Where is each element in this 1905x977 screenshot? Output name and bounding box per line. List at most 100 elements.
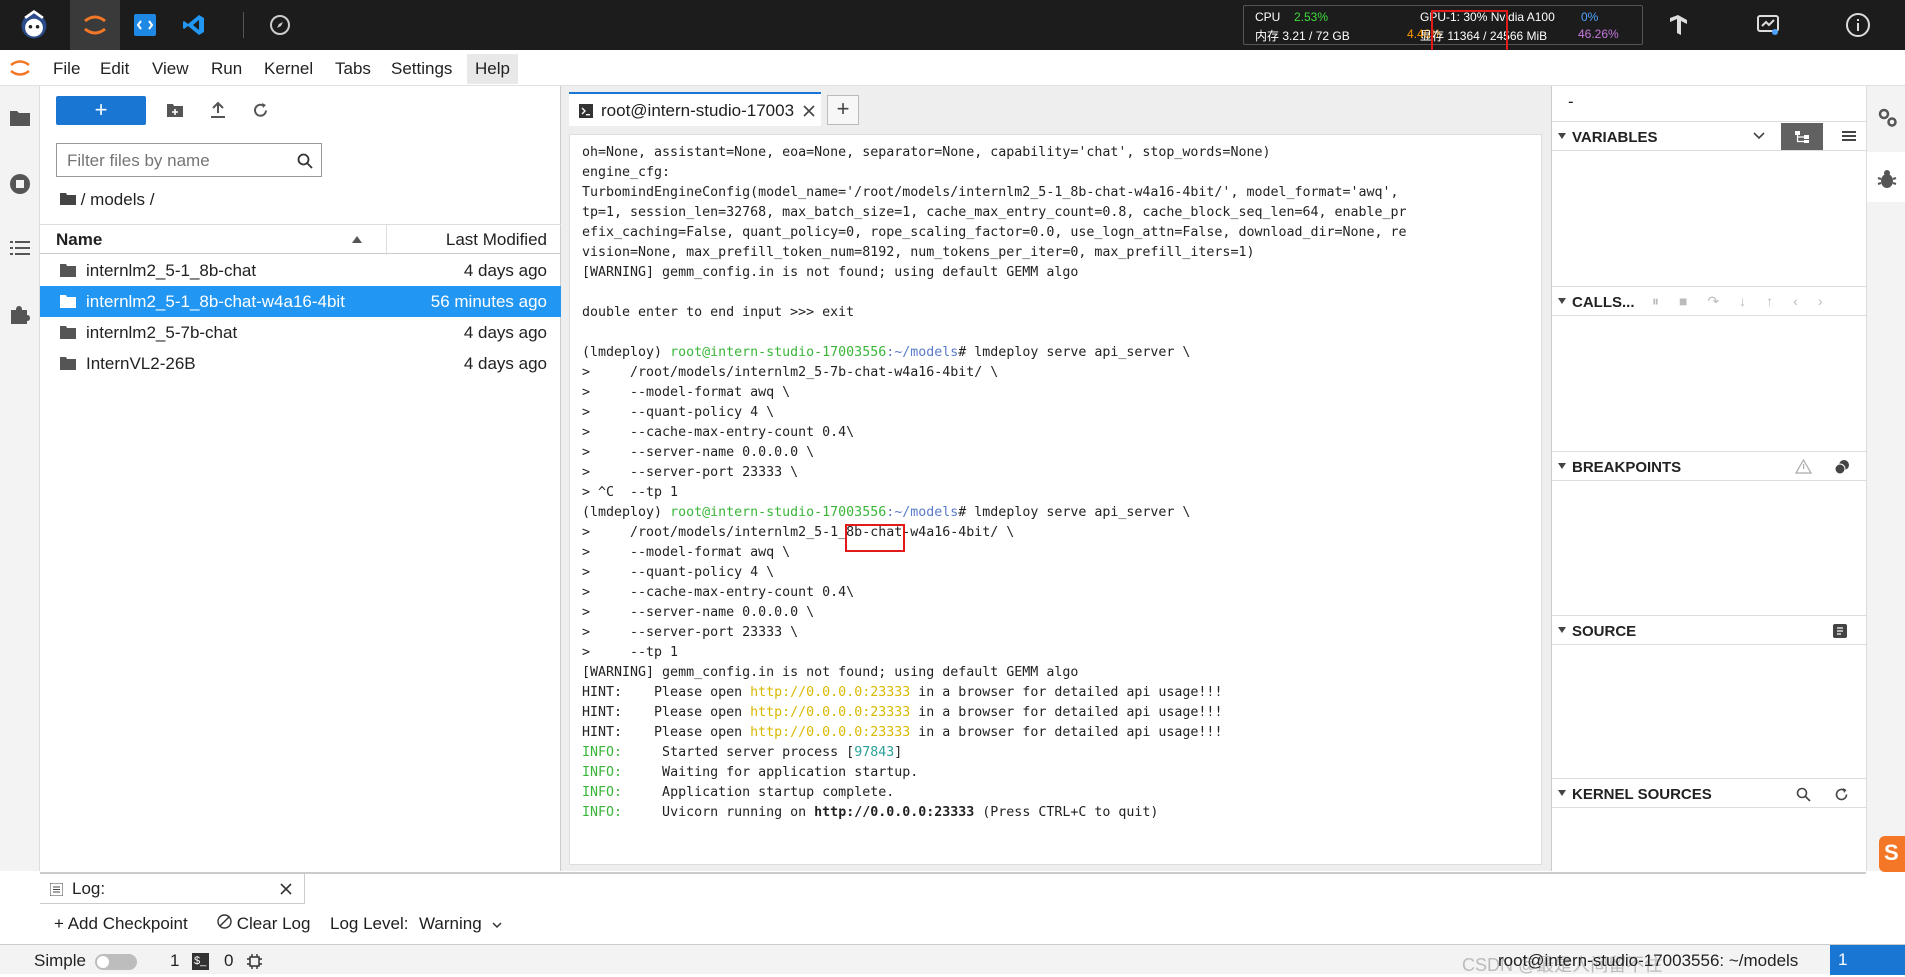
terminal-line: TurbomindEngineConfig(model_name='/root/… [582, 185, 1399, 200]
new-launcher-button[interactable]: + [56, 96, 146, 125]
menu-settings[interactable]: Settings [391, 59, 452, 79]
file-row[interactable]: internlm2_5-1_8b-chat 4 days ago [40, 255, 561, 286]
menu-view[interactable]: View [152, 59, 189, 79]
new-folder-icon[interactable] [164, 99, 186, 121]
jupyter-icon[interactable] [79, 9, 111, 41]
variables-section-header[interactable]: VARIABLES [1552, 121, 1867, 151]
code-editor-icon[interactable] [129, 9, 161, 41]
breakpoints-section-header[interactable]: BREAKPOINTS [1552, 451, 1867, 481]
add-checkpoint-button[interactable]: + Add Checkpoint [54, 914, 188, 934]
terminal-count-icon[interactable]: $_ [192, 953, 209, 970]
tree-view-button[interactable] [1781, 123, 1823, 150]
menu-file[interactable]: File [53, 59, 80, 79]
remove-breakpoints-icon[interactable] [1834, 459, 1850, 475]
folder-icon[interactable] [8, 106, 32, 130]
file-filter-input[interactable] [67, 151, 287, 171]
terminal-line: > /root/models/internlm2_5-1_8b-chat-w4a… [582, 525, 1015, 540]
log-level-select[interactable]: Warning [419, 914, 502, 934]
info-icon[interactable] [1842, 9, 1874, 41]
cpu-chip-icon[interactable] [246, 953, 263, 970]
breadcrumb-path[interactable]: / models / [81, 190, 155, 209]
hint-url: http://0.0.0.0:23333 [750, 705, 911, 720]
simple-mode-toggle[interactable] [95, 954, 137, 970]
source-section-header[interactable]: SOURCE [1552, 615, 1867, 645]
log-panel: Log: + Add Checkpoint Clear Log Log Leve… [40, 872, 1866, 942]
simple-mode-label: Simple [34, 951, 86, 970]
file-filter-field[interactable] [56, 143, 322, 177]
file-modified: 56 minutes ago [430, 292, 547, 311]
chevron-down-icon[interactable] [1753, 132, 1765, 140]
prompt-user: root@intern-studio-17003556 [670, 505, 887, 520]
collapse-caret-icon [1558, 133, 1566, 139]
search-icon [297, 153, 313, 169]
file-list-header: Name Last Modified [40, 224, 561, 255]
file-row[interactable]: internlm2_5-7b-chat 4 days ago [40, 317, 561, 348]
prompt-env: (lmdeploy) [582, 345, 671, 360]
table-of-contents-icon[interactable] [8, 236, 32, 260]
callstack-section-header[interactable]: CALLS... ⏸■↷↓↑‹› [1552, 286, 1867, 316]
folder-icon [60, 326, 76, 339]
breadcrumb: / models / [60, 190, 154, 210]
running-kernels-icon[interactable] [8, 172, 32, 196]
new-tab-button[interactable]: + [827, 95, 859, 125]
name-column-header[interactable]: Name [56, 230, 102, 250]
table-view-icon[interactable] [1842, 130, 1856, 142]
refresh-icon[interactable] [1834, 787, 1849, 802]
close-tab-icon[interactable] [803, 105, 815, 117]
sort-ascending-icon[interactable] [352, 236, 362, 243]
menu-run[interactable]: Run [211, 59, 242, 79]
folder-icon [60, 264, 76, 277]
log-tab[interactable]: Log: [40, 874, 305, 904]
breadcrumb-folder-icon[interactable] [60, 192, 76, 205]
extensions-icon[interactable] [8, 302, 32, 326]
menu-kernel[interactable]: Kernel [264, 59, 313, 79]
collapse-caret-icon [1558, 298, 1566, 304]
menu-help[interactable]: Help [467, 54, 518, 84]
info-tag: INFO: [582, 805, 623, 820]
terminal-line: > --cache-max-entry-count 0.4\ [582, 425, 855, 440]
hint-text: in a browser for detailed api usage!!! [910, 705, 1223, 720]
compass-icon[interactable] [264, 9, 296, 41]
file-modified: 4 days ago [463, 323, 547, 342]
search-icon[interactable] [1796, 787, 1811, 802]
upload-icon[interactable] [207, 99, 229, 121]
file-row[interactable]: InternVL2-26B 4 days ago [40, 348, 561, 379]
menu-edit[interactable]: Edit [100, 59, 129, 79]
info-text: Uvicorn running on [622, 805, 815, 820]
refresh-icon[interactable] [249, 99, 271, 121]
terminal-line: > --tp 1 [582, 645, 679, 660]
terminal-output[interactable]: oh=None, assistant=None, eoa=None, separ… [569, 134, 1542, 865]
hint-url: http://0.0.0.0:23333 [750, 685, 911, 700]
kernel-count[interactable]: 1 [170, 951, 179, 971]
open-source-icon[interactable] [1832, 623, 1848, 639]
collapse-caret-icon [1558, 627, 1566, 633]
mascot-logo-icon[interactable] [18, 9, 50, 41]
modified-column-header[interactable]: Last Modified [446, 230, 547, 250]
folder-icon [60, 357, 76, 370]
monitor-icon[interactable] [1752, 9, 1784, 41]
vscode-icon[interactable] [178, 9, 210, 41]
notification-badge[interactable]: 1 [1830, 945, 1905, 975]
file-browser-panel: + / models / Name Last Modified internlm… [40, 86, 561, 871]
file-modified: 4 days ago [463, 354, 547, 373]
file-row-selected[interactable]: internlm2_5-1_8b-chat-w4a16-4bit 56 minu… [40, 286, 561, 317]
tensorflow-icon[interactable] [1662, 9, 1694, 41]
notification-count: 1 [1838, 950, 1848, 969]
clear-log-label: Clear Log [236, 914, 311, 933]
terminal-count[interactable]: 0 [224, 951, 233, 971]
main-area: root@intern-studio-17003 + oh=None, assi… [561, 86, 1551, 871]
add-checkpoint-label: Add Checkpoint [67, 914, 188, 933]
menu-tabs[interactable]: Tabs [335, 59, 371, 79]
separator [243, 12, 244, 38]
callstack-controls: ⏸■↷↓↑‹› [1652, 293, 1843, 309]
warning-icon[interactable] [1795, 459, 1812, 474]
hint-text: in a browser for detailed api usage!!! [910, 685, 1223, 700]
kernel-sources-section-header[interactable]: KERNEL SOURCES [1552, 778, 1867, 808]
right-activity-bar: S [1866, 86, 1905, 872]
file-name: internlm2_5-7b-chat [86, 323, 238, 342]
terminal-tab[interactable]: root@intern-studio-17003 [569, 92, 821, 126]
debugger-bug-icon[interactable] [1876, 168, 1898, 193]
clear-log-button[interactable]: Clear Log [217, 914, 310, 934]
close-log-icon[interactable] [280, 883, 292, 895]
property-inspector-icon[interactable] [1876, 106, 1898, 131]
